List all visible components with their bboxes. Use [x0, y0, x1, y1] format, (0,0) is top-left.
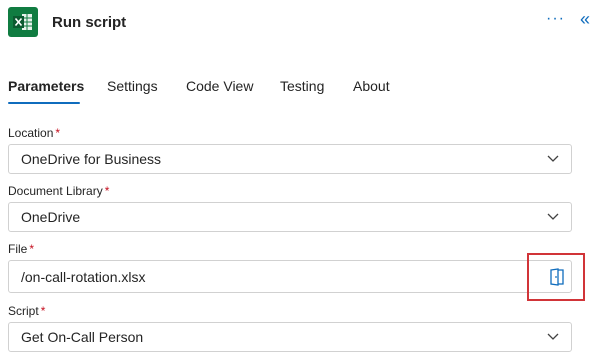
tab-about[interactable]: About [353, 78, 390, 94]
file-input[interactable]: /on-call-rotation.xlsx [8, 260, 572, 293]
script-value: Get On-Call Person [21, 329, 144, 345]
document-library-value: OneDrive [21, 209, 81, 225]
tab-parameters[interactable]: Parameters [8, 78, 84, 94]
location-label: Location * [8, 126, 61, 140]
tab-code-view[interactable]: Code View [186, 78, 253, 94]
chevron-down-icon [547, 333, 559, 340]
script-label: Script * [8, 304, 46, 318]
tab-settings[interactable]: Settings [107, 78, 158, 94]
page-title: Run script [52, 14, 127, 31]
tab-testing[interactable]: Testing [280, 78, 324, 94]
file-label: File * [8, 242, 35, 256]
required-marker: * [104, 184, 110, 198]
document-library-select[interactable]: OneDrive [8, 202, 572, 232]
required-marker: * [55, 126, 61, 140]
document-library-label: Document Library * [8, 184, 110, 198]
location-select[interactable]: OneDrive for Business [8, 144, 572, 174]
ellipsis-icon[interactable]: ··· [546, 10, 565, 28]
chevron-down-icon [547, 155, 559, 162]
file-value: /on-call-rotation.xlsx [21, 269, 146, 285]
location-value: OneDrive for Business [21, 151, 162, 167]
chevron-down-icon [547, 213, 559, 220]
double-chevron-left-icon[interactable]: « [580, 9, 590, 30]
script-select[interactable]: Get On-Call Person [8, 322, 572, 352]
excel-icon [8, 7, 38, 37]
file-picker-icon [550, 268, 564, 286]
header: Run script ··· « [0, 0, 603, 46]
required-marker: * [40, 304, 46, 318]
file-picker-button[interactable] [527, 253, 585, 301]
required-marker: * [29, 242, 35, 256]
active-tab-indicator [8, 102, 80, 104]
